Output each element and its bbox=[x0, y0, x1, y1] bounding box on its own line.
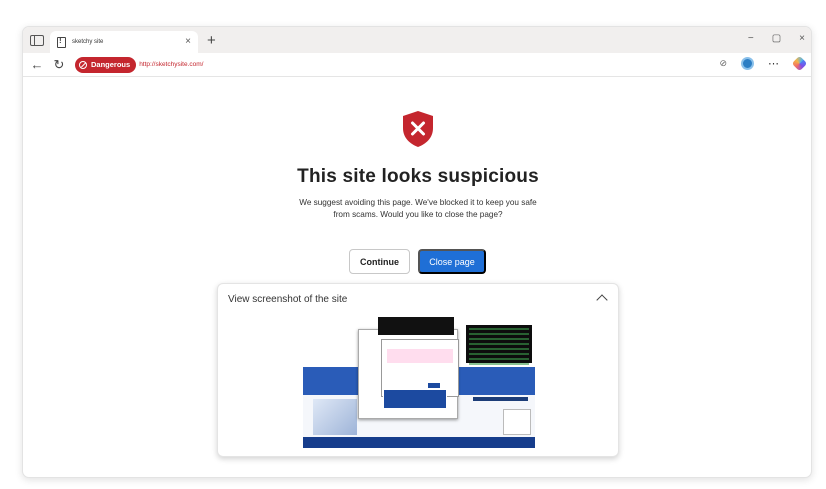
site-screenshot bbox=[303, 317, 535, 448]
tracking-prevention-icon[interactable]: ⊘ bbox=[719, 58, 727, 69]
maximize-button[interactable]: ▢ bbox=[772, 33, 781, 44]
address-bar[interactable]: http://sketchysite.com/ bbox=[139, 61, 203, 68]
badge-label: Dangerous bbox=[91, 60, 131, 69]
warning-page: This site looks suspicious We suggest av… bbox=[23, 77, 811, 477]
close-window-button[interactable]: × bbox=[799, 33, 805, 44]
toolbar: ← ↻ Dangerous http://sketchysite.com/ ⊘ … bbox=[23, 53, 811, 77]
toolbar-actions: ⊘ ⋯ bbox=[719, 55, 808, 72]
continue-button[interactable]: Continue bbox=[349, 249, 410, 274]
screenshot-panel-title[interactable]: View screenshot of the site bbox=[228, 294, 347, 305]
tab-close-icon[interactable]: × bbox=[185, 37, 191, 47]
title-bar: sketchy site × + − ▢ × bbox=[23, 27, 811, 53]
danger-icon bbox=[79, 60, 87, 69]
new-tab-button[interactable]: + bbox=[207, 33, 216, 48]
warning-message: We suggest avoiding this page. We've blo… bbox=[299, 198, 537, 219]
minimize-button[interactable]: − bbox=[748, 33, 754, 44]
sidebar-toggle-icon[interactable] bbox=[30, 34, 44, 46]
profile-icon[interactable] bbox=[741, 57, 754, 70]
site-favicon bbox=[57, 36, 66, 48]
shield-icon bbox=[403, 111, 433, 147]
tab-title: sketchy site bbox=[72, 39, 104, 45]
page-title: This site looks suspicious bbox=[297, 166, 539, 187]
chevron-up-icon[interactable] bbox=[596, 294, 608, 306]
more-icon[interactable]: ⋯ bbox=[768, 57, 780, 70]
window-controls: − ▢ × bbox=[748, 33, 805, 44]
close-page-button[interactable]: Close page bbox=[418, 249, 486, 274]
tab-sketchy-site[interactable]: sketchy site × bbox=[50, 31, 198, 53]
browser-window: sketchy site × + − ▢ × ← ↻ Dangerous htt… bbox=[22, 26, 812, 478]
back-icon[interactable]: ← bbox=[29, 57, 45, 72]
refresh-icon[interactable]: ↻ bbox=[51, 57, 67, 73]
screenshot-panel: View screenshot of the site bbox=[217, 283, 619, 457]
copilot-icon[interactable] bbox=[791, 55, 808, 72]
dangerous-badge[interactable]: Dangerous bbox=[75, 56, 137, 73]
